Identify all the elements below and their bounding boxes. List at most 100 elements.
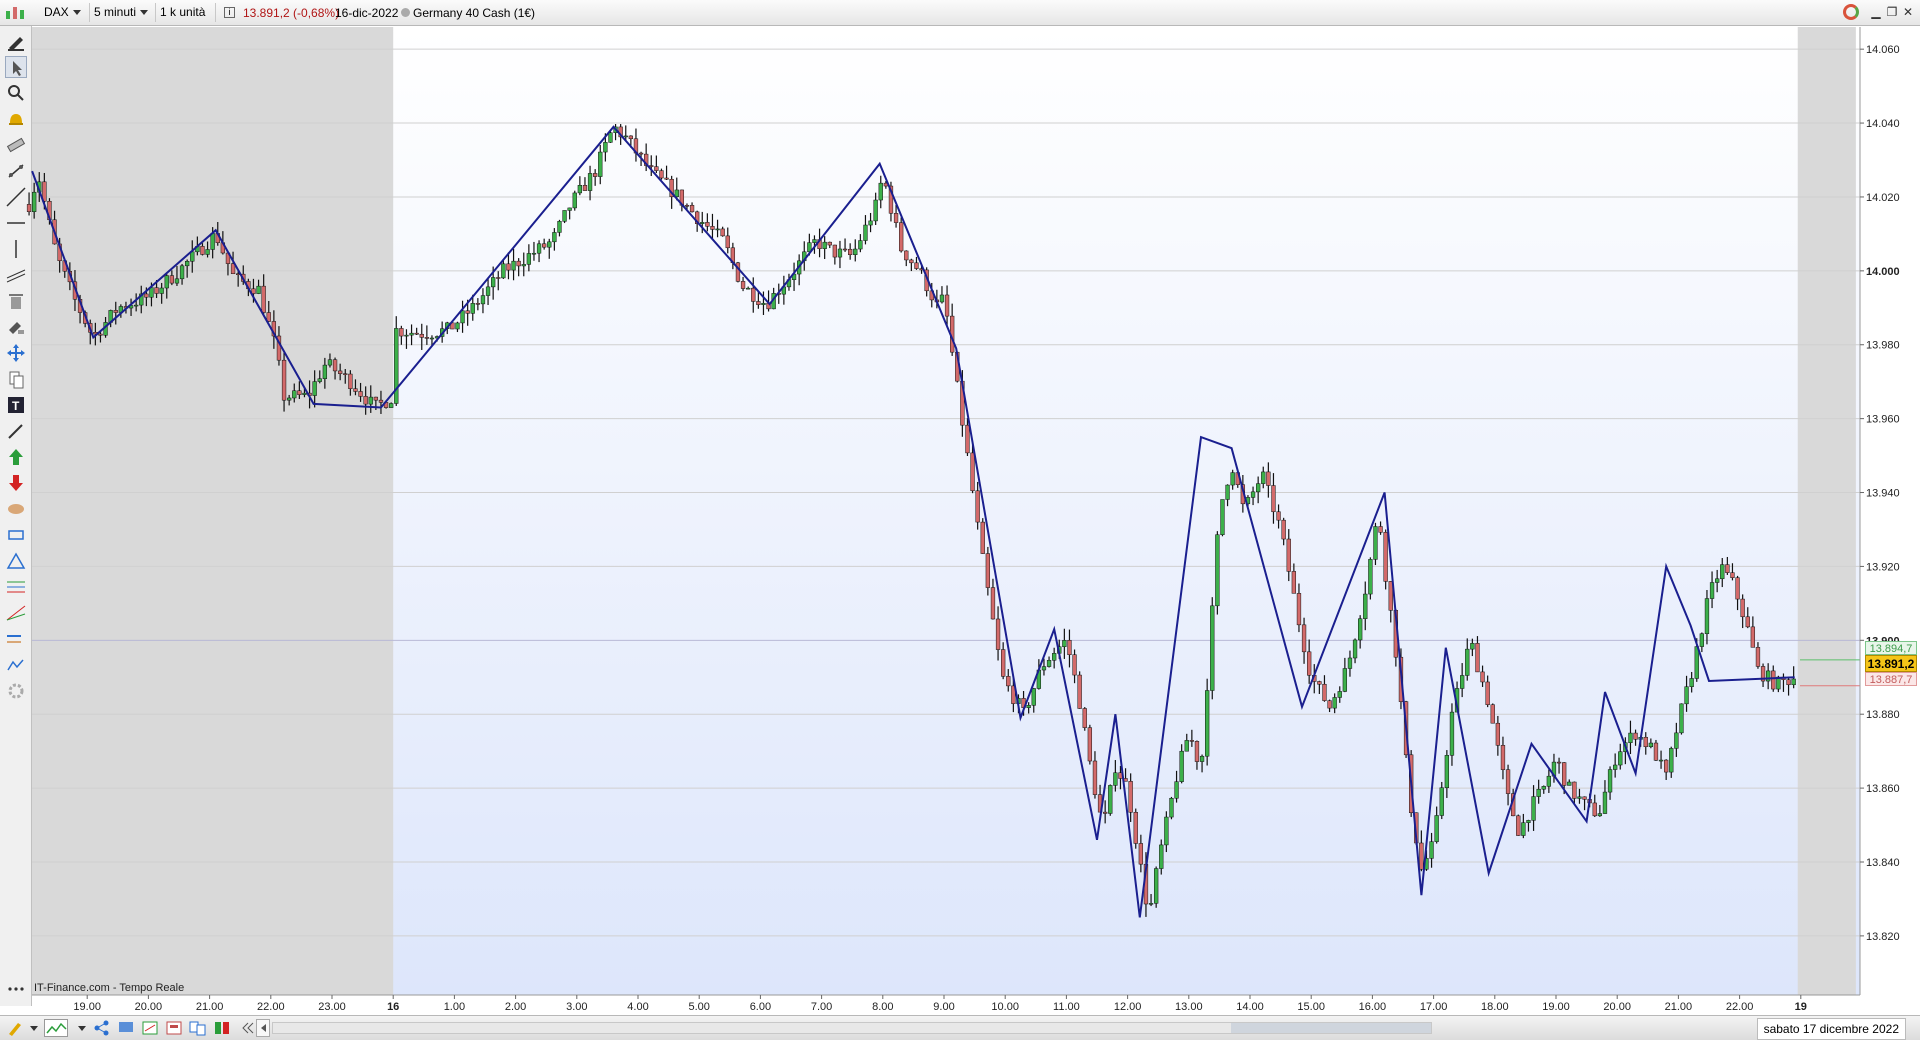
candle (1133, 808, 1138, 849)
candle-body (654, 166, 659, 171)
candle-body (1505, 769, 1511, 794)
candle-body (327, 359, 333, 366)
candle-body (725, 235, 730, 249)
candle-body (1526, 820, 1531, 823)
candle-body (1148, 903, 1154, 905)
horizontal-scrollbar[interactable] (272, 1022, 1432, 1034)
x-tick-label: 11.00 (1053, 1001, 1080, 1013)
candle-body (190, 251, 195, 262)
compare-icon[interactable] (188, 1019, 208, 1037)
candle-body (1281, 519, 1286, 540)
candle-body (526, 253, 532, 265)
candle-body (1628, 732, 1633, 743)
candle-body (603, 142, 608, 153)
candle-body (547, 241, 552, 248)
candle-body (842, 248, 848, 251)
candle-body (1572, 781, 1577, 799)
candle-body (26, 204, 32, 212)
candle (1082, 707, 1087, 731)
comment-icon[interactable] (116, 1019, 136, 1037)
price-chart[interactable]: 13.82013.84013.86013.88013.90013.92013.9… (0, 0, 1920, 1040)
candle (1490, 703, 1495, 724)
candle-body (1368, 559, 1373, 595)
candle (1169, 796, 1174, 820)
chevron-down-icon[interactable] (28, 1019, 40, 1037)
candle-body (1791, 678, 1796, 686)
candle (562, 210, 567, 224)
candle-body (470, 303, 475, 314)
chevron-down-icon[interactable] (76, 1019, 88, 1037)
candle (1373, 522, 1378, 566)
candle-body (1225, 484, 1230, 500)
candle-body (1449, 711, 1455, 756)
candle-body (389, 403, 394, 408)
candle-body (414, 332, 419, 335)
x-tick-label: 17.00 (1420, 1001, 1448, 1013)
candle-body (1041, 666, 1047, 671)
candle-body (1490, 704, 1495, 724)
candle-body (200, 246, 205, 255)
candle-body (1434, 815, 1439, 842)
candle-body (149, 287, 154, 298)
candle-body (1046, 660, 1052, 667)
candle-body (1735, 577, 1740, 600)
candle-body (608, 132, 613, 143)
bottom-toolbar: sabato 17 dicembre 2022 (0, 1015, 1920, 1040)
candle-body (1179, 750, 1184, 782)
candle-body (1531, 796, 1536, 821)
candle-body (582, 185, 588, 191)
scrollbar-thumb[interactable] (1231, 1023, 1431, 1033)
candle-body (1475, 643, 1480, 673)
candle-body (501, 263, 506, 279)
candle-body (577, 185, 583, 194)
scroll-start-icon[interactable] (238, 1019, 258, 1037)
candle-body (475, 303, 481, 305)
candle-body (373, 396, 379, 401)
indicators-icon[interactable] (140, 1019, 160, 1037)
candle-body (664, 177, 669, 180)
candle-body (1230, 472, 1235, 486)
candle-body (572, 192, 577, 209)
candle-body (1720, 564, 1725, 580)
layout-icon[interactable] (212, 1019, 232, 1037)
candle-body (455, 322, 460, 330)
x-tick-label: 5.00 (688, 1001, 709, 1013)
candle-body (1031, 688, 1036, 706)
template-icon[interactable] (164, 1019, 184, 1037)
candle (1108, 784, 1113, 816)
y-axis-panel (1860, 27, 1920, 997)
candle-body (409, 332, 414, 336)
candle-body (378, 399, 384, 403)
y-tick-label: 14.020 (1866, 192, 1900, 204)
candle (1368, 557, 1373, 600)
candle (1383, 529, 1388, 590)
x-tick-label: 3.00 (566, 1001, 587, 1013)
candle-body (980, 521, 985, 554)
candle-body (1465, 648, 1470, 676)
candle-body (465, 310, 470, 314)
candle-body (1378, 526, 1383, 533)
candle-body (1715, 578, 1720, 583)
line-chart-mode-icon[interactable] (44, 1019, 68, 1037)
candle (1077, 671, 1082, 709)
candle-body (1169, 797, 1174, 818)
share-icon[interactable] (92, 1019, 112, 1037)
candle-body (1567, 781, 1572, 786)
candle-body (368, 396, 373, 405)
candle-body (1194, 741, 1200, 762)
candle-body (1133, 812, 1138, 844)
scroll-left-icon[interactable] (256, 1019, 270, 1037)
candle (1653, 739, 1659, 761)
candle-body (302, 392, 307, 395)
x-tick-label: 2.00 (505, 1001, 526, 1013)
candle-body (1480, 671, 1485, 683)
candle-body (1633, 732, 1638, 740)
x-tick-label: 8.00 (872, 1001, 893, 1013)
candle-body (899, 222, 904, 252)
candle-body (358, 391, 363, 397)
x-tick-label: 19 (1795, 1001, 1807, 1013)
candle-body (746, 287, 751, 290)
candle-body (904, 250, 909, 261)
candle-body (343, 373, 348, 375)
draw-mode-icon[interactable] (6, 1019, 26, 1037)
